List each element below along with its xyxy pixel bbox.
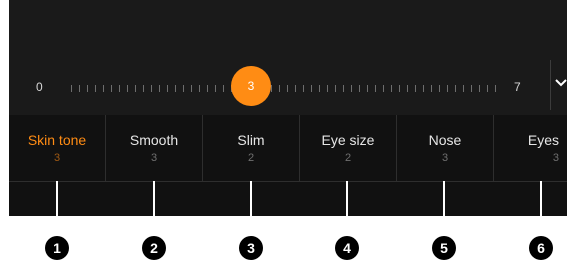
slider-tick bbox=[359, 85, 360, 92]
tab-nose[interactable]: Nose 3 bbox=[397, 115, 494, 181]
tab-eye-size[interactable]: Eye size 2 bbox=[300, 115, 397, 181]
callout-marker: 1 bbox=[45, 236, 69, 260]
callout-line bbox=[443, 181, 445, 234]
tab-value: 3 bbox=[441, 152, 449, 164]
slider-row: 0 3 7 bbox=[9, 0, 567, 115]
slider-tick bbox=[151, 85, 152, 92]
slider-max-label: 7 bbox=[514, 80, 521, 94]
slider-tick bbox=[223, 85, 224, 92]
slider-tick bbox=[447, 85, 448, 92]
slider-tick bbox=[463, 85, 464, 92]
slider-tick bbox=[407, 85, 408, 92]
callout-marker: 6 bbox=[529, 236, 553, 260]
slider-tick bbox=[127, 85, 128, 92]
tab-smooth[interactable]: Smooth 3 bbox=[106, 115, 203, 181]
slider-tick bbox=[71, 85, 72, 92]
slider-tick bbox=[143, 85, 144, 92]
tab-eyes[interactable]: Eyes 3 bbox=[494, 115, 567, 181]
callout-line bbox=[250, 181, 252, 234]
slider-tick bbox=[335, 85, 336, 92]
slider-tick bbox=[167, 85, 168, 92]
callout-marker: 5 bbox=[432, 236, 456, 260]
slider-knob[interactable]: 3 bbox=[231, 66, 271, 106]
slider-value-label: 3 bbox=[247, 79, 255, 93]
chevron-down-icon[interactable] bbox=[555, 78, 567, 88]
beauty-panel: 0 3 7 Skin tone 3 Smooth 3 Slim 2 Eye si… bbox=[9, 0, 567, 216]
slider-tick bbox=[87, 85, 88, 92]
slider-tick bbox=[471, 85, 472, 92]
callout-marker: 4 bbox=[335, 236, 359, 260]
slider-min-label: 0 bbox=[36, 80, 43, 94]
slider-tick bbox=[119, 85, 120, 92]
tab-value: 2 bbox=[344, 152, 352, 164]
slider-tick bbox=[375, 85, 376, 92]
slider-track[interactable] bbox=[71, 85, 499, 92]
slider-tick bbox=[455, 85, 456, 92]
slider-tick bbox=[183, 85, 184, 92]
tab-value: 3 bbox=[150, 152, 158, 164]
slider-tick bbox=[303, 85, 304, 92]
bottom-bar bbox=[9, 181, 567, 216]
tab-label: Smooth bbox=[129, 132, 179, 148]
slider-tick bbox=[343, 85, 344, 92]
tab-value: 2 bbox=[247, 152, 255, 164]
tab-value: 3 bbox=[552, 152, 559, 164]
slider-tick bbox=[415, 85, 416, 92]
slider-tick bbox=[159, 85, 160, 92]
feature-tabs: Skin tone 3 Smooth 3 Slim 2 Eye size 2 N… bbox=[9, 115, 567, 181]
slider-tick bbox=[279, 85, 280, 92]
tab-label: Slim bbox=[237, 132, 265, 148]
callout-line bbox=[540, 181, 542, 234]
slider-tick bbox=[399, 85, 400, 92]
tab-skin-tone[interactable]: Skin tone 3 bbox=[9, 115, 106, 181]
slider-tick bbox=[495, 85, 496, 92]
slider-tick bbox=[135, 85, 136, 92]
slider-tick bbox=[111, 85, 112, 92]
slider-tick bbox=[95, 85, 96, 92]
slider-divider bbox=[550, 60, 551, 110]
slider-tick bbox=[287, 85, 288, 92]
slider-tick bbox=[295, 85, 296, 92]
slider-tick bbox=[383, 85, 384, 92]
callout-line bbox=[56, 181, 58, 234]
slider-tick bbox=[487, 85, 488, 92]
slider-tick bbox=[103, 85, 104, 92]
slider-tick bbox=[207, 85, 208, 92]
callout-line bbox=[153, 181, 155, 234]
tab-label: Eyes bbox=[527, 132, 559, 148]
callout-marker: 3 bbox=[239, 236, 263, 260]
tab-label: Eye size bbox=[321, 132, 375, 148]
slider-tick bbox=[175, 85, 176, 92]
slider-tick bbox=[431, 85, 432, 92]
slider-tick bbox=[439, 85, 440, 92]
tab-value: 3 bbox=[53, 152, 61, 164]
slider-tick bbox=[79, 85, 80, 92]
slider-tick bbox=[367, 85, 368, 92]
slider-tick bbox=[479, 85, 480, 92]
tab-label: Skin tone bbox=[27, 132, 87, 148]
slider-tick bbox=[327, 85, 328, 92]
slider-tick bbox=[191, 85, 192, 92]
slider-tick bbox=[391, 85, 392, 92]
slider-tick bbox=[319, 85, 320, 92]
tab-slim[interactable]: Slim 2 bbox=[203, 115, 300, 181]
slider-tick bbox=[311, 85, 312, 92]
slider-tick bbox=[351, 85, 352, 92]
callout-line bbox=[346, 181, 348, 234]
slider-tick bbox=[215, 85, 216, 92]
tab-label: Nose bbox=[428, 132, 462, 148]
slider-tick bbox=[423, 85, 424, 92]
callout-marker: 2 bbox=[142, 236, 166, 260]
slider-tick bbox=[199, 85, 200, 92]
slider-tick bbox=[271, 85, 272, 92]
